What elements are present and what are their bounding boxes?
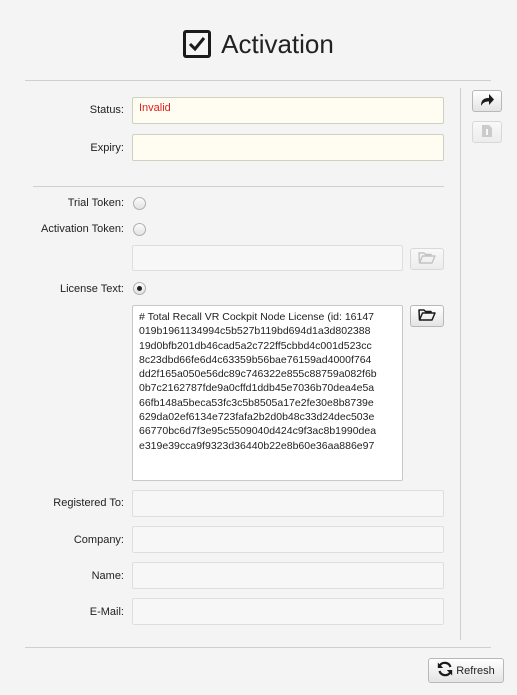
license-line: 629da02ef6134e723fafa2b2d0b48c33d24dec50… <box>139 411 375 424</box>
license-line: 66fb148a5beca53fc3c5b8505a17e2fe30e8b873… <box>139 396 374 409</box>
registered-to-field[interactable] <box>132 490 444 517</box>
email-field[interactable] <box>132 598 444 625</box>
company-field[interactable] <box>132 526 444 553</box>
company-label: Company: <box>73 534 124 546</box>
license-textarea[interactable]: # Total Recall VR Cockpit Node License (… <box>132 305 403 481</box>
license-line: # Total Recall VR Cockpit Node License (… <box>139 311 375 323</box>
license-line: 66770bc6d7f3e95c5509040d424c9f3ac8b1990d… <box>139 425 377 438</box>
name-label: Name: <box>91 570 124 582</box>
folder-open-icon <box>418 251 436 267</box>
trial-token-radio[interactable] <box>133 197 146 210</box>
activation-token-radio[interactable] <box>133 223 146 236</box>
license-text-radio[interactable] <box>133 282 146 295</box>
expiry-field[interactable] <box>132 134 444 161</box>
license-line: e319e39cca9f9323d36440b22e8b60e36aa886e9… <box>139 439 375 452</box>
refresh-button[interactable]: Refresh <box>428 658 504 683</box>
folder-open-icon <box>418 308 436 324</box>
section-divider <box>33 186 444 187</box>
refresh-label: Refresh <box>456 664 495 677</box>
document-icon <box>481 124 493 141</box>
license-text-label: License Text: <box>59 283 124 295</box>
checkbox-icon <box>183 30 212 58</box>
activation-token-field[interactable] <box>132 245 403 271</box>
title-divider <box>25 80 491 81</box>
status-field[interactable]: Invalid <box>132 97 444 124</box>
license-line: 8c23dbd66fe6d4c63359b56bae76159ad4000f76… <box>139 353 372 366</box>
page-title: Activation <box>221 28 334 59</box>
share-icon <box>479 93 495 110</box>
bottom-divider <box>25 647 491 648</box>
side-divider <box>460 88 461 640</box>
license-line: 0b7c2162787fde9a0cffd1ddb45e7036b70dea4e… <box>139 382 375 395</box>
license-line: 19d0bfb201db46cad5a2c722ff5cbbd4c001d523… <box>139 339 372 352</box>
share-button[interactable] <box>472 90 502 112</box>
title-bar: Activation <box>0 22 517 66</box>
refresh-icon <box>437 661 453 680</box>
expiry-label: Expiry: <box>90 142 124 154</box>
license-browse-button[interactable] <box>410 305 444 327</box>
document-button[interactable] <box>472 121 502 143</box>
activation-token-browse-button[interactable] <box>410 248 444 270</box>
name-field[interactable] <box>132 562 444 589</box>
license-line: dd2f165a050e56dc89c746322e855c88759a082f… <box>139 368 377 381</box>
registered-to-label: Registered To: <box>53 497 124 509</box>
activation-token-label: Activation Token: <box>41 223 124 235</box>
status-label: Status: <box>89 104 124 116</box>
trial-token-label: Trial Token: <box>67 197 124 209</box>
email-label: E-Mail: <box>89 606 124 618</box>
license-line: 019b1961134994c5b527b119bd694d1a3d802388 <box>139 325 371 338</box>
